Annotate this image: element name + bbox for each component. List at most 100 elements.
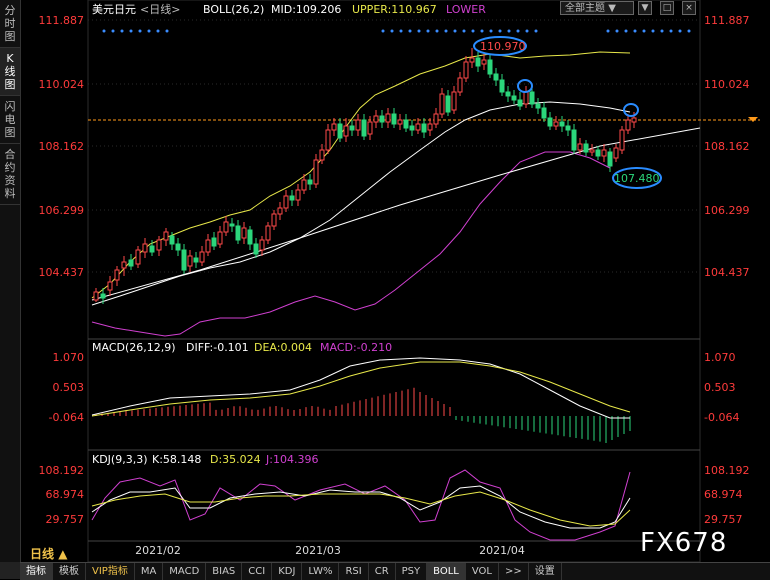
signal-dot bbox=[462, 29, 466, 33]
high-label: 110.970 bbox=[480, 40, 526, 53]
candle-up bbox=[199, 251, 205, 263]
indicator-tab-7[interactable]: KDJ bbox=[272, 563, 303, 580]
indicator-tab-10[interactable]: CR bbox=[369, 563, 396, 580]
signal-dots bbox=[102, 29, 691, 33]
candle-down bbox=[535, 103, 541, 109]
price-axis-left-tick: 111.887 bbox=[39, 14, 85, 27]
indicator-tab-11[interactable]: PSY bbox=[396, 563, 428, 580]
candle-down bbox=[403, 119, 409, 129]
candle-down bbox=[181, 249, 187, 271]
price-axis-right-tick: 110.024 bbox=[704, 78, 750, 91]
price-axis-left-tick: 106.299 bbox=[39, 204, 85, 217]
candle-up bbox=[553, 121, 559, 127]
candle-up bbox=[589, 149, 595, 153]
theme-select-label: 全部主题 bbox=[565, 3, 605, 14]
rail-tab-0[interactable]: 分时图 bbox=[0, 0, 20, 48]
kdj-k-line bbox=[91, 485, 631, 529]
candle-up bbox=[313, 159, 319, 185]
candle-down bbox=[229, 223, 235, 227]
candle-up bbox=[265, 225, 271, 241]
candle-up bbox=[481, 59, 487, 65]
date-axis-tick: 2021/04 bbox=[479, 544, 525, 557]
candle-down bbox=[100, 293, 106, 299]
signal-dot bbox=[507, 29, 511, 33]
kdj-j-line bbox=[91, 469, 631, 541]
signal-dot bbox=[102, 29, 106, 33]
signal-dot bbox=[498, 29, 502, 33]
signal-dot bbox=[534, 29, 538, 33]
theme-select[interactable]: 全部主题 ▼ bbox=[560, 1, 634, 15]
indicator-tab-8[interactable]: LW% bbox=[302, 563, 340, 580]
candle-up bbox=[205, 239, 211, 253]
candle-down bbox=[169, 235, 175, 245]
candle-up bbox=[121, 261, 127, 269]
caret-up-icon: ▲ bbox=[58, 547, 68, 561]
kdj-axis: 108.192 108.192 68.974 68.974 29.757 29.757 bbox=[39, 464, 750, 526]
left-corner bbox=[0, 562, 20, 579]
kdj-axis-right-tick: 68.974 bbox=[704, 488, 743, 501]
kdj-axis-left-tick: 68.974 bbox=[46, 488, 85, 501]
candle-up bbox=[295, 189, 301, 201]
candle-down bbox=[289, 195, 295, 201]
price-axis-left-tick: 108.162 bbox=[39, 140, 85, 153]
boll-upper: UPPER:110.967 bbox=[352, 3, 437, 16]
indicator-tab-4[interactable]: MACD bbox=[163, 563, 207, 580]
period-selector[interactable]: 日线 ▲ bbox=[30, 545, 67, 562]
candle-up bbox=[107, 281, 113, 291]
rail-tab-1[interactable]: K线图 bbox=[0, 48, 20, 96]
candle-down bbox=[595, 149, 601, 157]
dropdown-button[interactable]: ▼ bbox=[638, 1, 652, 15]
boll-label: BOLL(26,2) bbox=[203, 3, 264, 16]
indicator-tab-5[interactable]: BIAS bbox=[206, 563, 243, 580]
candle-up bbox=[613, 147, 619, 159]
indicator-tab-14[interactable]: >> bbox=[499, 563, 529, 580]
candle-down bbox=[541, 107, 547, 119]
indicator-tab-0[interactable]: 指标 bbox=[20, 563, 53, 580]
candle-up bbox=[625, 119, 631, 131]
indicator-tab-12[interactable]: BOLL bbox=[427, 563, 466, 580]
candle-up bbox=[427, 123, 433, 131]
candle-down bbox=[253, 243, 259, 255]
signal-dot bbox=[642, 29, 646, 33]
macd-histogram bbox=[95, 387, 631, 443]
close-button[interactable]: × bbox=[682, 1, 696, 15]
indicator-tab-1[interactable]: 模板 bbox=[53, 563, 86, 580]
indicator-tab-3[interactable]: MA bbox=[135, 563, 164, 580]
boll-lower: LOWER bbox=[446, 3, 486, 16]
candle-up bbox=[114, 269, 120, 281]
maximize-button[interactable]: □ bbox=[660, 1, 674, 15]
candle-down bbox=[445, 95, 451, 113]
kdj-axis-right-tick: 108.192 bbox=[704, 464, 750, 477]
indicator-tab-2[interactable]: VIP指标 bbox=[86, 563, 135, 580]
candle-up bbox=[163, 231, 169, 241]
candle-down bbox=[128, 259, 134, 267]
candle-down bbox=[511, 95, 517, 101]
kdj-axis-left-tick: 29.757 bbox=[46, 513, 85, 526]
candle-up bbox=[385, 113, 391, 123]
signal-dot bbox=[390, 29, 394, 33]
candle-up bbox=[469, 57, 475, 63]
candle-up bbox=[271, 213, 277, 227]
candle-down bbox=[565, 125, 571, 131]
rail-tab-2[interactable]: 闪电图 bbox=[0, 96, 20, 144]
candle-up bbox=[156, 239, 162, 251]
candle-down bbox=[409, 125, 415, 131]
kdj-axis-right-tick: 29.757 bbox=[704, 513, 743, 526]
rail-tab-3[interactable]: 合约资料 bbox=[0, 144, 20, 205]
candle-down bbox=[193, 257, 199, 263]
signal-dot bbox=[489, 29, 493, 33]
signal-dot bbox=[678, 29, 682, 33]
chart-area[interactable]: 美元日元 <日线> BOLL(26,2) MID:109.206 UPPER:1… bbox=[0, 0, 770, 562]
indicator-tab-9[interactable]: RSI bbox=[339, 563, 369, 580]
indicator-tab-6[interactable]: CCI bbox=[242, 563, 273, 580]
signal-dot bbox=[516, 29, 520, 33]
indicator-tab-15[interactable]: 设置 bbox=[529, 563, 562, 580]
candle-down bbox=[517, 99, 523, 107]
candle-up bbox=[331, 123, 337, 131]
candle-up bbox=[415, 123, 421, 131]
indicator-tab-13[interactable]: VOL bbox=[466, 563, 499, 580]
candle-up bbox=[241, 227, 247, 239]
macd-axis: 1.070 1.070 0.503 0.503 -0.064 -0.064 bbox=[49, 351, 740, 424]
candle-up bbox=[463, 61, 469, 79]
period-label-header: <日线> bbox=[140, 2, 180, 16]
